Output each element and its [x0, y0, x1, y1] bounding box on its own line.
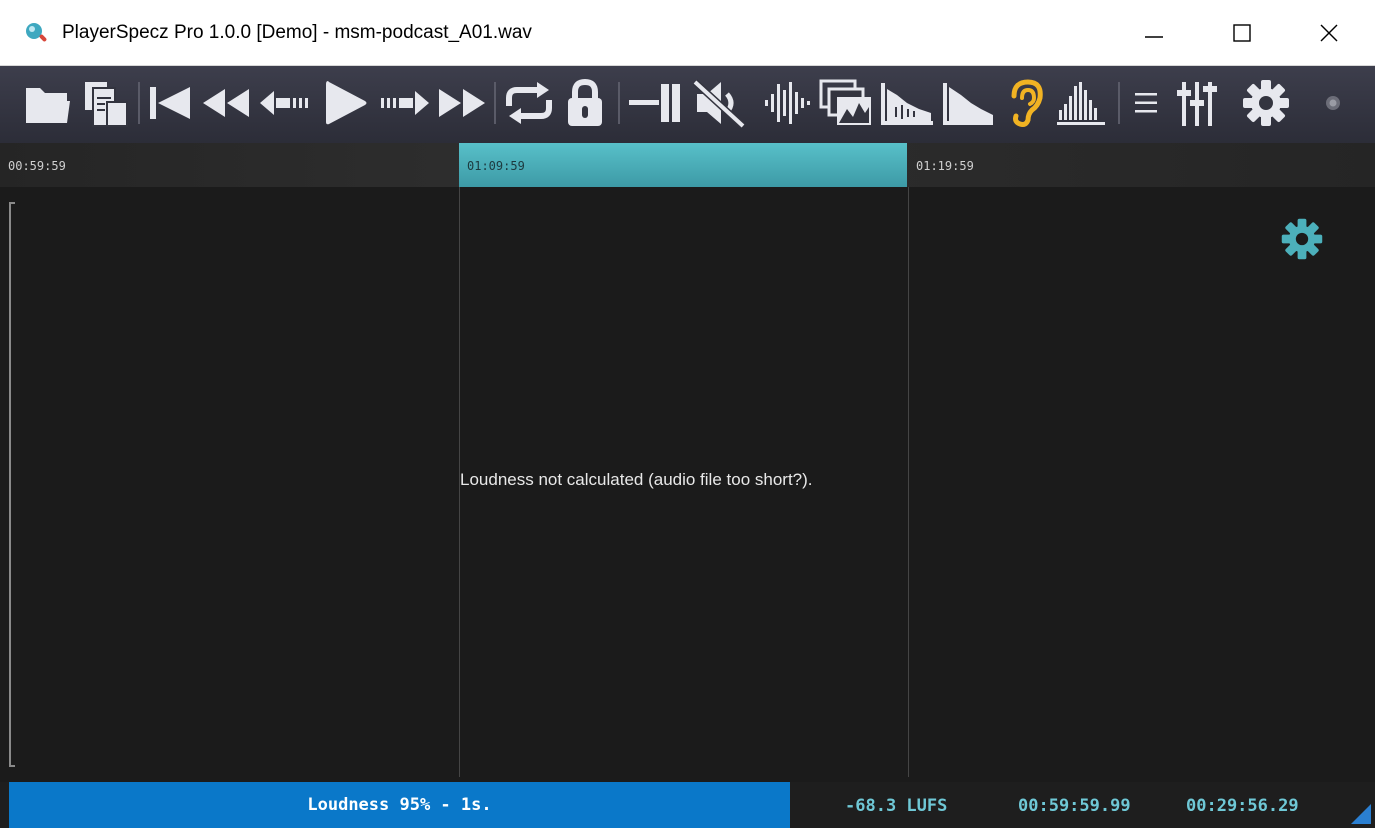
rewind-icon: [203, 89, 249, 117]
loudness-progress: Loudness 95% - 1s.: [9, 782, 790, 828]
settings-button[interactable]: [1238, 77, 1294, 129]
fast-forward-button[interactable]: [436, 77, 488, 129]
close-icon: [1320, 24, 1338, 42]
mute-button[interactable]: [690, 77, 748, 129]
status-indicator[interactable]: [1318, 77, 1348, 129]
play-icon: [326, 81, 367, 125]
loudness-view-button[interactable]: [940, 77, 996, 129]
maximize-button[interactable]: [1196, 0, 1288, 66]
marker-button[interactable]: [626, 77, 684, 129]
step-back-icon: [260, 91, 308, 115]
timeline-ruler[interactable]: 00:59:59 01:09:59 01:19:59: [0, 143, 1375, 187]
window-title: PlayerSpecz Pro 1.0.0 [Demo] - msm-podca…: [62, 22, 532, 43]
loop-icon: [506, 82, 552, 124]
status-bar: Loudness 95% - 1s. -68.3 LUFS 00:59:59.9…: [0, 782, 1375, 828]
menu-button[interactable]: [1126, 77, 1166, 129]
view-settings-icon[interactable]: [1280, 217, 1324, 261]
skip-to-start-icon: [150, 87, 190, 119]
time-gridline: [908, 187, 909, 777]
waveform-icon: [765, 82, 810, 124]
mute-icon: [692, 79, 746, 128]
step-forward-icon: [381, 91, 429, 115]
fast-forward-icon: [439, 89, 485, 117]
play-button[interactable]: [318, 77, 372, 129]
position-readout: 00:59:59.99: [1018, 796, 1131, 816]
open-file-button[interactable]: [22, 77, 74, 129]
spectrum-view-button[interactable]: [878, 77, 936, 129]
minimize-icon: [1145, 36, 1163, 38]
lock-button[interactable]: [562, 77, 608, 129]
loudness-view[interactable]: Loudness not calculated (audio file too …: [0, 187, 1375, 782]
ruler-time-label: 01:19:59: [916, 159, 974, 173]
spectrogram-icon: [819, 79, 871, 125]
magnifier-app-icon: [26, 23, 47, 42]
mixer-button[interactable]: [1172, 77, 1222, 129]
recent-files-button[interactable]: [80, 77, 130, 129]
marker-icon: [629, 84, 680, 122]
open-folder-icon: [26, 88, 70, 123]
loudness-icon: [943, 83, 993, 125]
ruler-time-label: 00:59:59: [8, 159, 66, 173]
open-recent-files-icon: [85, 82, 128, 127]
rewind-button[interactable]: [200, 77, 252, 129]
title-bar: PlayerSpecz Pro 1.0.0 [Demo] - msm-podca…: [0, 0, 1375, 66]
duration-readout: 00:29:56.29: [1186, 796, 1299, 816]
histogram-view-button[interactable]: [1054, 77, 1108, 129]
toolbar: [0, 66, 1375, 143]
resize-grip[interactable]: [1351, 804, 1371, 824]
loop-button[interactable]: [500, 77, 558, 129]
scale-bracket: [9, 202, 15, 767]
toolbar-separator: [618, 82, 620, 124]
menu-icon: [1135, 93, 1157, 113]
status-dot-icon: [1326, 96, 1340, 110]
ear-icon: [1011, 79, 1043, 127]
histogram-icon: [1057, 82, 1105, 125]
maximize-icon: [1233, 24, 1251, 42]
ruler-time-label-active[interactable]: 01:09:59: [459, 143, 907, 187]
lock-icon: [568, 78, 602, 126]
step-forward-button[interactable]: [376, 77, 432, 129]
mixer-icon: [1177, 82, 1217, 126]
toolbar-separator: [1118, 82, 1120, 124]
toolbar-separator: [494, 82, 496, 124]
listen-button[interactable]: [1004, 77, 1048, 129]
waveform-view-button[interactable]: [762, 77, 812, 129]
spectrum-icon: [881, 83, 933, 125]
step-back-button[interactable]: [258, 77, 312, 129]
skip-to-start-button[interactable]: [146, 77, 194, 129]
minimize-button[interactable]: [1108, 0, 1200, 66]
toolbar-separator: [138, 82, 140, 124]
spectrogram-view-button[interactable]: [818, 77, 874, 129]
lufs-readout: -68.3 LUFS: [845, 796, 948, 816]
loudness-message: Loudness not calculated (audio file too …: [460, 470, 813, 489]
close-button[interactable]: [1283, 0, 1375, 66]
settings-gear-icon: [1243, 80, 1289, 126]
